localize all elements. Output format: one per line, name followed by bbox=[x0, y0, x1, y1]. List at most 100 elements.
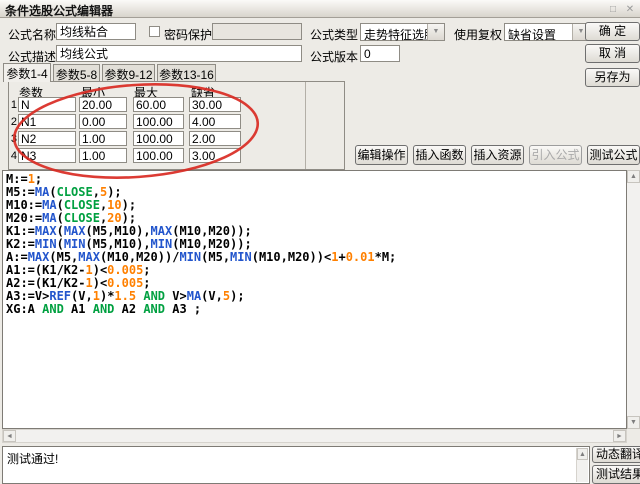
param-row-index: 4 bbox=[10, 150, 17, 162]
param-min-input[interactable] bbox=[79, 114, 127, 129]
scroll-left-icon[interactable]: ◄ bbox=[3, 430, 16, 442]
code-token: MA bbox=[42, 211, 56, 225]
param-max-input[interactable] bbox=[133, 97, 184, 112]
code-token: A:= bbox=[6, 250, 28, 264]
chevron-down-icon[interactable]: ▼ bbox=[427, 24, 444, 40]
code-token: 5 bbox=[223, 289, 230, 303]
param-name-input[interactable] bbox=[18, 131, 76, 146]
code-horizontal-scrollbar[interactable]: ◄ ► bbox=[2, 429, 627, 443]
code-token: (M10,M20))< bbox=[252, 250, 331, 264]
code-editor[interactable]: M:=1;M5:=MA(CLOSE,5);M10:=MA(CLOSE,10);M… bbox=[2, 170, 627, 429]
code-token: (M5,M10), bbox=[86, 224, 151, 238]
test-formula-button[interactable]: 测试公式 bbox=[587, 145, 640, 165]
param-min-input[interactable] bbox=[79, 131, 127, 146]
code-token: ( bbox=[57, 224, 64, 238]
param-name-input[interactable] bbox=[18, 114, 76, 129]
scroll-right-icon[interactable]: ► bbox=[613, 430, 626, 442]
param-min-input[interactable] bbox=[79, 148, 127, 163]
password-input bbox=[212, 23, 302, 40]
formula-type-select[interactable]: 走势特征选股 ▼ bbox=[360, 23, 445, 41]
formula-desc-input[interactable] bbox=[56, 45, 302, 62]
code-token: ); bbox=[230, 289, 244, 303]
code-token: ( bbox=[49, 185, 56, 199]
scroll-down-icon[interactable]: ▼ bbox=[627, 416, 640, 429]
maximize-icon[interactable]: □ bbox=[606, 3, 620, 16]
code-token: 1.5 bbox=[114, 289, 136, 303]
code-token: MA bbox=[35, 185, 49, 199]
code-token: + bbox=[338, 250, 345, 264]
code-token: K1:= bbox=[6, 224, 35, 238]
title-bar: 条件选股公式编辑器 □ ✕ bbox=[0, 0, 640, 18]
test-result-panel: 测试通过! ▲ bbox=[2, 446, 590, 484]
formula-version-input[interactable] bbox=[360, 45, 400, 62]
code-token: CLOSE bbox=[64, 198, 100, 212]
edit-operations-button[interactable]: 编辑操作 bbox=[355, 145, 408, 165]
adjust-rights-value: 缺省设置 bbox=[508, 26, 556, 43]
code-token: (M5,M10), bbox=[86, 237, 151, 251]
code-token: (M10,M20)); bbox=[172, 224, 251, 238]
tab-params-1-4[interactable]: 参数1-4 bbox=[3, 63, 51, 82]
param-row-index: 1 bbox=[10, 99, 17, 111]
code-token: MIN bbox=[179, 250, 201, 264]
test-result-button[interactable]: 测试结果 bbox=[592, 465, 640, 484]
param-name-input[interactable] bbox=[18, 97, 76, 112]
scroll-up-icon[interactable]: ▲ bbox=[627, 170, 640, 183]
param-min-input[interactable] bbox=[79, 97, 127, 112]
code-token: (V, bbox=[71, 289, 93, 303]
insert-resource-button[interactable]: 插入资源 bbox=[471, 145, 524, 165]
code-token: 1 bbox=[93, 289, 100, 303]
code-token: MIN bbox=[64, 237, 86, 251]
insert-function-button[interactable]: 插入函数 bbox=[413, 145, 466, 165]
ok-button[interactable]: 确 定 bbox=[585, 22, 640, 41]
code-token: )< bbox=[93, 263, 107, 277]
cancel-button[interactable]: 取 消 bbox=[585, 44, 640, 63]
code-token: XG:A bbox=[6, 302, 42, 316]
code-token: MAX bbox=[64, 224, 86, 238]
param-default-input[interactable] bbox=[189, 148, 241, 163]
param-max-input[interactable] bbox=[133, 114, 184, 129]
code-token: MAX bbox=[35, 224, 57, 238]
code-token: 0.005 bbox=[107, 263, 143, 277]
code-token: A2:=(K1/K2- bbox=[6, 276, 85, 290]
close-icon[interactable]: ✕ bbox=[623, 3, 637, 16]
scroll-up-icon[interactable]: ▲ bbox=[577, 448, 588, 460]
tab-params-13-16[interactable]: 参数13-16 bbox=[157, 64, 216, 81]
code-token: MAX bbox=[151, 224, 173, 238]
password-protect-checkbox[interactable] bbox=[149, 26, 160, 37]
code-token: ( bbox=[57, 211, 64, 225]
divider bbox=[305, 82, 306, 169]
formula-name-input[interactable] bbox=[56, 23, 136, 40]
adjust-rights-label: 使用复权 bbox=[454, 26, 502, 43]
param-default-input[interactable] bbox=[189, 114, 241, 129]
save-as-button[interactable]: 另存为 bbox=[585, 68, 640, 87]
param-name-input[interactable] bbox=[18, 148, 76, 163]
code-token: CLOSE bbox=[57, 185, 93, 199]
formula-name-label: 公式名称 bbox=[8, 26, 56, 43]
code-line: XG:A AND A1 AND A2 AND A3 ; bbox=[6, 303, 626, 316]
code-token: M10:= bbox=[6, 198, 42, 212]
code-token: 20 bbox=[107, 211, 121, 225]
dynamic-translate-button[interactable]: 动态翻译 bbox=[592, 446, 640, 463]
code-token: ( bbox=[57, 237, 64, 251]
code-vertical-scrollbar[interactable]: ▲ ▼ bbox=[627, 170, 640, 429]
code-token: ); bbox=[122, 211, 136, 225]
code-token: A1 bbox=[64, 302, 93, 316]
code-token: (M10,M20))/ bbox=[100, 250, 179, 264]
param-default-input[interactable] bbox=[189, 97, 241, 112]
tab-params-5-8[interactable]: 参数5-8 bbox=[53, 64, 100, 81]
code-token: MIN bbox=[230, 250, 252, 264]
code-token: 1 bbox=[85, 263, 92, 277]
tab-params-9-12[interactable]: 参数9-12 bbox=[102, 64, 155, 81]
code-token: AND bbox=[143, 289, 165, 303]
param-max-input[interactable] bbox=[133, 148, 184, 163]
param-default-input[interactable] bbox=[189, 131, 241, 146]
code-token: , bbox=[93, 185, 100, 199]
adjust-rights-select[interactable]: 缺省设置 ▼ bbox=[504, 23, 590, 41]
status-scrollbar[interactable]: ▲ bbox=[576, 448, 588, 482]
code-token: ; bbox=[35, 172, 42, 186]
code-token: )* bbox=[100, 289, 114, 303]
param-max-input[interactable] bbox=[133, 131, 184, 146]
code-token: ; bbox=[143, 263, 150, 277]
formula-type-label: 公式类型 bbox=[310, 26, 358, 43]
window-title: 条件选股公式编辑器 bbox=[5, 2, 113, 19]
